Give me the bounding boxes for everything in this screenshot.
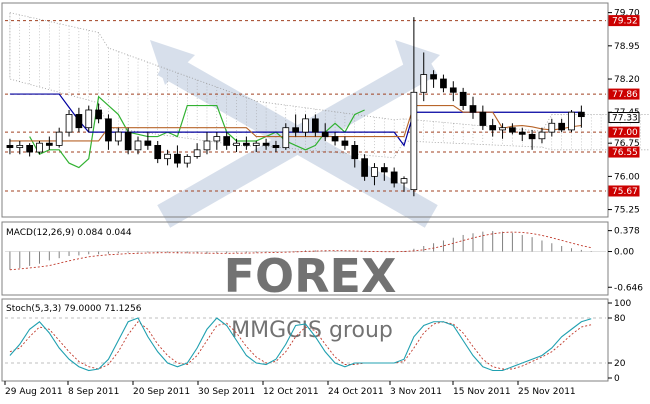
candle-body	[390, 171, 398, 184]
candle-body	[45, 142, 53, 146]
candle-body	[65, 114, 73, 133]
candle-body	[371, 167, 378, 177]
x-tick-label: 20 Sep 2011	[133, 387, 190, 397]
price-level-label: 77.33	[612, 114, 638, 124]
x-tick-label: 29 Aug 2011	[5, 387, 63, 397]
candle-body	[528, 133, 536, 140]
candle-body	[55, 131, 63, 146]
candle-body	[164, 153, 171, 160]
candle-body	[578, 111, 585, 118]
stoch-tick-label: 20	[614, 359, 626, 369]
x-tick-label: 30 Sep 2011	[198, 387, 255, 397]
candle-body	[548, 122, 556, 133]
candle-body	[134, 140, 142, 151]
candle-body	[400, 178, 408, 184]
candle-body	[518, 131, 526, 135]
candle-body	[331, 136, 339, 142]
macd-tick-label: 0.378	[614, 227, 640, 237]
candle-body	[105, 118, 112, 142]
candle-body	[311, 118, 319, 133]
forex-chart: FOREX MMGCIS group 79.7078.9578.2077.457…	[0, 0, 650, 400]
stoch-tick-label: 0	[614, 374, 620, 384]
price-level-label: 76.55	[612, 148, 638, 158]
candle-body	[223, 136, 231, 146]
candle-body	[95, 109, 102, 120]
candle-body	[26, 145, 33, 153]
candle-body	[75, 114, 83, 129]
candle-body	[114, 131, 122, 142]
candle-body	[420, 74, 428, 93]
candle-body	[203, 140, 211, 151]
candle-body	[568, 111, 575, 131]
candle-body	[124, 131, 132, 151]
price-level-label: 77.00	[612, 128, 638, 138]
watermark-subtitle: MMGCIS group	[231, 318, 393, 343]
x-tick-label: 24 Oct 2011	[328, 387, 384, 397]
y-tick-label: 75.25	[614, 206, 640, 216]
candle-body	[16, 145, 24, 149]
macd-tick-label: 0.00	[614, 248, 634, 258]
candle-body	[6, 145, 14, 149]
candle-body	[183, 156, 191, 164]
y-tick-label: 78.20	[614, 75, 640, 85]
x-tick-label: 3 Nov 2011	[390, 387, 442, 397]
stoch-label: Stoch(5,3,3) 79.0000 71.1256	[6, 304, 142, 314]
price-level-label: 75.67	[612, 187, 638, 197]
candle-body	[213, 136, 221, 142]
candle-body	[380, 167, 388, 173]
candle-body	[341, 140, 349, 146]
watermark: FOREX MMGCIS group	[150, 40, 440, 343]
candle-body	[193, 149, 201, 157]
x-tick-label: 12 Oct 2011	[263, 387, 319, 397]
stoch-tick-label: 80	[614, 314, 626, 324]
macd-label: MACD(12,26,9) 0.084 0.044	[6, 228, 132, 238]
candle-body	[233, 142, 240, 146]
candle-body	[430, 74, 437, 80]
chart-svg: FOREX MMGCIS group 79.7078.9578.2077.457…	[1, 2, 650, 397]
candle-body	[351, 145, 359, 160]
candle-body	[282, 127, 290, 149]
y-tick-label: 78.95	[614, 42, 640, 52]
candle-body	[154, 145, 162, 160]
candle-body	[252, 142, 260, 146]
candle-body	[302, 118, 309, 133]
candle-body	[459, 91, 467, 106]
macd-tick-label: -0.646	[614, 283, 643, 293]
candle-body	[243, 142, 250, 146]
price-level-label: 79.52	[612, 17, 638, 27]
candle-body	[85, 109, 93, 129]
candle-body	[449, 87, 457, 93]
candle-body	[509, 127, 516, 133]
candle-body	[558, 122, 566, 131]
candle-body	[499, 127, 506, 131]
candle-body	[321, 131, 329, 137]
candle-body	[144, 140, 152, 146]
main-panel-frame	[1, 2, 609, 218]
candle-body	[292, 127, 300, 133]
candle-body	[469, 105, 477, 113]
y-tick-label: 76.00	[614, 172, 640, 182]
candle-body	[410, 91, 418, 191]
candle-body	[479, 111, 487, 126]
candle-body	[440, 78, 447, 89]
x-tick-label: 8 Sep 2011	[68, 387, 119, 397]
candle-body	[489, 125, 497, 131]
candle-body	[36, 142, 43, 153]
candle-body	[272, 145, 280, 149]
price-level-label: 77.86	[612, 90, 638, 100]
candle-body	[538, 131, 546, 140]
x-tick-label: 25 Nov 2011	[518, 387, 576, 397]
candle-body	[361, 158, 368, 177]
candle-body	[262, 142, 270, 146]
candle-body	[174, 153, 181, 164]
x-tick-label: 15 Nov 2011	[453, 387, 511, 397]
stoch-tick-label: 100	[614, 299, 631, 309]
watermark-logo	[150, 40, 440, 228]
